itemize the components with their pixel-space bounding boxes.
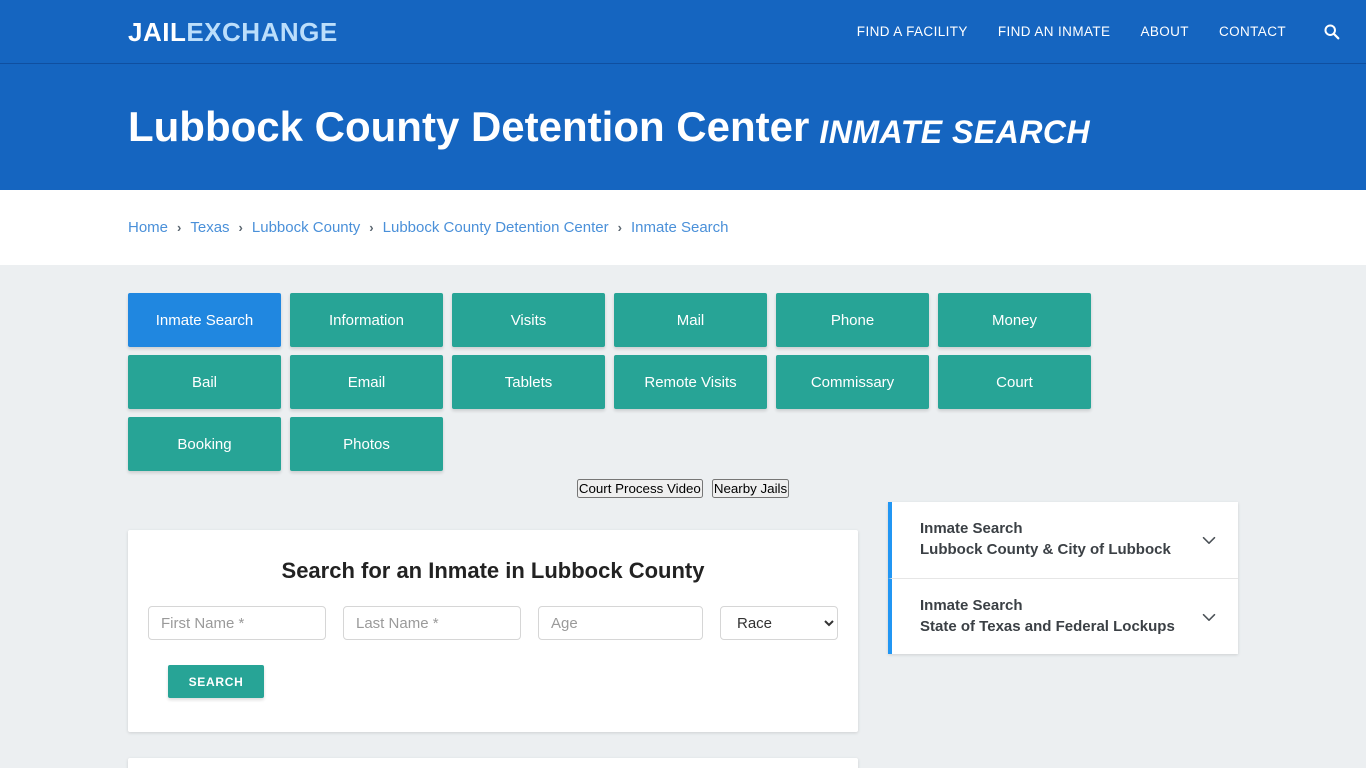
breadcrumb-item-lubbock-county[interactable]: Lubbock County <box>252 219 360 236</box>
tab-mail[interactable]: Mail <box>614 293 767 347</box>
tab-court-process-video[interactable]: Court Process Video <box>576 479 703 498</box>
nav-item-find-an-inmate[interactable]: FIND AN INMATE <box>998 24 1111 39</box>
facility-tab-grid: Inmate Search Information Visits Mail Ph… <box>128 293 1238 471</box>
chevron-down-icon[interactable] <box>1198 529 1220 551</box>
tab-court[interactable]: Court <box>938 355 1091 409</box>
last-name-input[interactable] <box>343 606 521 640</box>
search-button[interactable]: SEARCH <box>168 665 264 698</box>
nav-item-find-a-facility[interactable]: FIND A FACILITY <box>857 24 968 39</box>
age-input[interactable] <box>538 606 703 640</box>
tab-phone[interactable]: Phone <box>776 293 929 347</box>
accordion-title: Inmate Search <box>920 520 1023 538</box>
page-title-main: Lubbock County Detention Center <box>128 102 810 150</box>
breadcrumb-separator: › <box>369 220 374 235</box>
secondary-card <box>128 758 858 768</box>
inmate-search-accordion: Inmate Search Lubbock County & City of L… <box>888 502 1238 655</box>
accordion-item-county[interactable]: Inmate Search Lubbock County & City of L… <box>888 502 1238 578</box>
breadcrumb-item-facility[interactable]: Lubbock County Detention Center <box>383 219 609 236</box>
logo-text-secondary: EXCHANGE <box>186 16 338 47</box>
tab-email[interactable]: Email <box>290 355 443 409</box>
tab-nearby-jails[interactable]: Nearby Jails <box>711 479 790 498</box>
tab-visits[interactable]: Visits <box>452 293 605 347</box>
breadcrumb-separator: › <box>617 220 622 235</box>
facility-tab-row-3: Court Process Video Nearby Jails <box>128 479 1238 498</box>
tab-inmate-search[interactable]: Inmate Search <box>128 293 281 347</box>
breadcrumb-separator: › <box>238 220 243 235</box>
site-logo[interactable]: JAILEXCHANGE <box>128 19 338 45</box>
nav-item-about[interactable]: ABOUT <box>1140 24 1189 39</box>
tab-money[interactable]: Money <box>938 293 1091 347</box>
breadcrumb-item-home[interactable]: Home <box>128 219 168 236</box>
content-columns: Search for an Inmate in Lubbock County R… <box>128 502 1238 768</box>
breadcrumb-band: Home › Texas › Lubbock County › Lubbock … <box>0 190 1366 265</box>
nav-item-contact[interactable]: CONTACT <box>1219 24 1286 39</box>
accordion-item-state-federal[interactable]: Inmate Search State of Texas and Federal… <box>888 578 1238 655</box>
accordion-item-text: Inmate Search State of Texas and Federal… <box>920 596 1188 637</box>
sidebar-column: Inmate Search Lubbock County & City of L… <box>888 502 1238 655</box>
tab-photos[interactable]: Photos <box>290 417 443 471</box>
accordion-item-text: Inmate Search Lubbock County & City of L… <box>920 519 1188 560</box>
breadcrumb: Home › Texas › Lubbock County › Lubbock … <box>128 219 729 236</box>
page-body: Inmate Search Information Visits Mail Ph… <box>0 265 1366 768</box>
tab-booking[interactable]: Booking <box>128 417 281 471</box>
page-title-sub: INMATE SEARCH <box>819 113 1091 150</box>
accordion-subtitle: State of Texas and Federal Lockups <box>920 617 1175 635</box>
site-header: JAILEXCHANGE FIND A FACILITY FIND AN INM… <box>0 0 1366 64</box>
page-title: Lubbock County Detention Center INMATE SE… <box>128 102 1091 150</box>
breadcrumb-separator: › <box>177 220 182 235</box>
accordion-title: Inmate Search <box>920 597 1023 614</box>
search-card-heading: Search for an Inmate in Lubbock County <box>281 558 705 583</box>
search-icon[interactable] <box>1320 21 1342 43</box>
tab-bail[interactable]: Bail <box>128 355 281 409</box>
chevron-down-icon[interactable] <box>1198 606 1220 628</box>
race-select[interactable]: Race <box>720 606 838 640</box>
tab-commissary[interactable]: Commissary <box>776 355 929 409</box>
tab-remote-visits[interactable]: Remote Visits <box>614 355 767 409</box>
accordion-subtitle: Lubbock County & City of Lubbock <box>920 541 1171 558</box>
breadcrumb-item-inmate-search[interactable]: Inmate Search <box>631 219 729 236</box>
page-hero: Lubbock County Detention Center INMATE SE… <box>0 64 1366 190</box>
tab-information[interactable]: Information <box>290 293 443 347</box>
logo-text-primary: JAIL <box>128 16 187 47</box>
first-name-input[interactable] <box>148 606 326 640</box>
inmate-search-form: Race <box>148 606 838 640</box>
main-column: Search for an Inmate in Lubbock County R… <box>128 530 858 768</box>
breadcrumb-item-texas[interactable]: Texas <box>190 219 229 236</box>
tab-tablets[interactable]: Tablets <box>452 355 605 409</box>
inmate-search-card: Search for an Inmate in Lubbock County R… <box>128 530 858 732</box>
main-navigation: FIND A FACILITY FIND AN INMATE ABOUT CON… <box>857 21 1342 43</box>
